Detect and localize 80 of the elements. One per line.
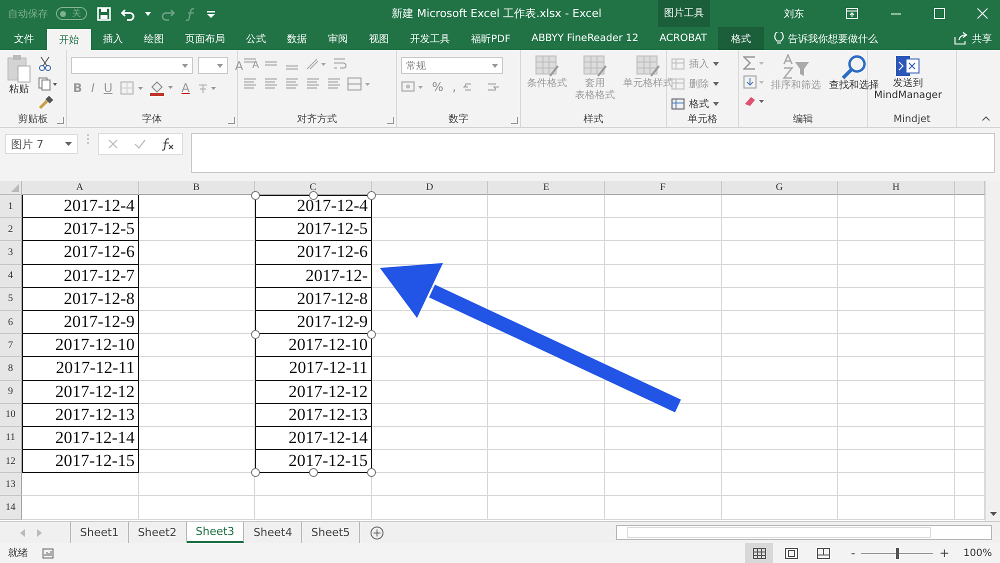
table-cell: 2017-12-11 (22, 357, 139, 380)
table-cell: 2017-12-6 (22, 241, 139, 265)
table-cell: 2017-12-13 (22, 404, 139, 427)
ribbon-tab[interactable]: 审阅 (318, 27, 358, 50)
row-header[interactable]: 10 (0, 404, 22, 427)
ribbon-tab[interactable]: 开始 (47, 29, 91, 50)
zoom-level[interactable]: 100% (963, 548, 992, 558)
group-label: 对齐方式 (297, 112, 337, 126)
window-title: 新建 Microsoft Excel 工作表.xlsx - Excel (390, 6, 603, 21)
name-box[interactable]: 图片 7 (5, 134, 78, 154)
column-header[interactable]: G (722, 181, 838, 195)
number-format-dropdown[interactable]: 常规 (401, 57, 503, 74)
ribbon-tab[interactable]: ABBYY FineReader 12 (521, 27, 648, 50)
ribbon-tab[interactable]: 数据 (277, 27, 317, 50)
column-header[interactable]: H (838, 181, 955, 195)
row-header[interactable]: 4 (0, 264, 22, 288)
find-select-button[interactable]: 查找和选择 (827, 54, 881, 92)
table-cell: 2017-12-12 (255, 380, 372, 404)
table-cell: 2017-12-4 (22, 195, 139, 218)
column-header[interactable]: E (488, 181, 605, 195)
table-cell: 2017-12-7 (22, 264, 139, 288)
table-cell: 2017-12-15 (22, 450, 139, 474)
row-header[interactable]: 5 (0, 288, 22, 311)
ribbon-tab[interactable]: 插入 (93, 27, 133, 50)
group-label: 字体 (142, 112, 162, 126)
column-header[interactable]: C (255, 181, 372, 195)
group-label: 数字 (448, 112, 468, 126)
row-header[interactable]: 14 (0, 496, 22, 520)
zoom-in-button[interactable]: + (939, 546, 950, 560)
ribbon-tab[interactable]: 公式 (236, 27, 276, 50)
row-header[interactable]: 7 (0, 334, 22, 358)
row-header[interactable]: 8 (0, 357, 22, 380)
column-header[interactable]: A (22, 181, 139, 195)
row-header[interactable]: 3 (0, 241, 22, 265)
ribbon-tab[interactable]: 格式 (718, 27, 764, 50)
row-header[interactable]: 2 (0, 218, 22, 242)
group-label: 单元格 (688, 112, 718, 126)
user-name[interactable]: 刘东 (784, 6, 804, 20)
ribbon-tab[interactable]: ACROBAT (649, 27, 717, 50)
cells-button[interactable]: 格式 (671, 97, 719, 111)
table-cell: 2017-12-6 (255, 241, 372, 265)
table-cell: 2017-12-14 (255, 426, 372, 450)
row-header[interactable]: 6 (0, 310, 22, 334)
row-header[interactable]: 13 (0, 473, 22, 496)
table-cell: 2017-12-11 (255, 357, 372, 380)
ribbon-tab[interactable]: 开发工具 (400, 27, 460, 50)
table-cell: 2017-12- (255, 264, 372, 288)
table-cell: 2017-12-5 (22, 218, 139, 242)
share-button[interactable]: 共享 (972, 32, 992, 46)
row-header[interactable]: 12 (0, 450, 22, 474)
column-header[interactable]: D (372, 181, 488, 195)
row-header[interactable]: 1 (0, 195, 22, 218)
autosave-label: 自动保存 (8, 8, 48, 20)
status-text: 就绪 (8, 546, 28, 560)
ribbon-tab[interactable]: 绘图 (134, 27, 174, 50)
group-label: 剪贴板 (18, 112, 48, 126)
row-header[interactable]: 9 (0, 380, 22, 404)
table-cell: 2017-12-5 (255, 218, 372, 242)
context-group-label: 图片工具 (658, 0, 710, 27)
paste-button[interactable]: 粘贴 (4, 54, 34, 96)
table-cell: 2017-12-8 (255, 288, 372, 311)
column-header[interactable]: B (138, 181, 256, 195)
table-cell: 2017-12-13 (255, 404, 372, 427)
ribbon-tab[interactable]: 文件 (4, 27, 44, 50)
column-header[interactable]: F (604, 181, 722, 195)
ribbon-tab[interactable]: 视图 (359, 27, 399, 50)
table-cell: 2017-12-9 (22, 310, 139, 334)
group-label: 编辑 (793, 112, 813, 126)
table-cell: 2017-12-8 (22, 288, 139, 311)
group-label: 样式 (584, 112, 604, 126)
ribbon-tab[interactable]: 页面布局 (175, 27, 235, 50)
table-cell: 2017-12-14 (22, 426, 139, 450)
table-cell: 2017-12-10 (22, 334, 139, 358)
row-header[interactable]: 11 (0, 426, 22, 450)
ribbon-tab[interactable]: 福昕PDF (461, 27, 520, 50)
zoom-out-button[interactable]: - (851, 546, 856, 560)
group-label: Mindjet (894, 114, 930, 124)
tell-me-field[interactable]: 告诉我你想要做什么 (788, 32, 878, 46)
sheet-tab[interactable]: Sheet3 (186, 522, 244, 543)
table-cell: 2017-12-12 (22, 380, 139, 404)
